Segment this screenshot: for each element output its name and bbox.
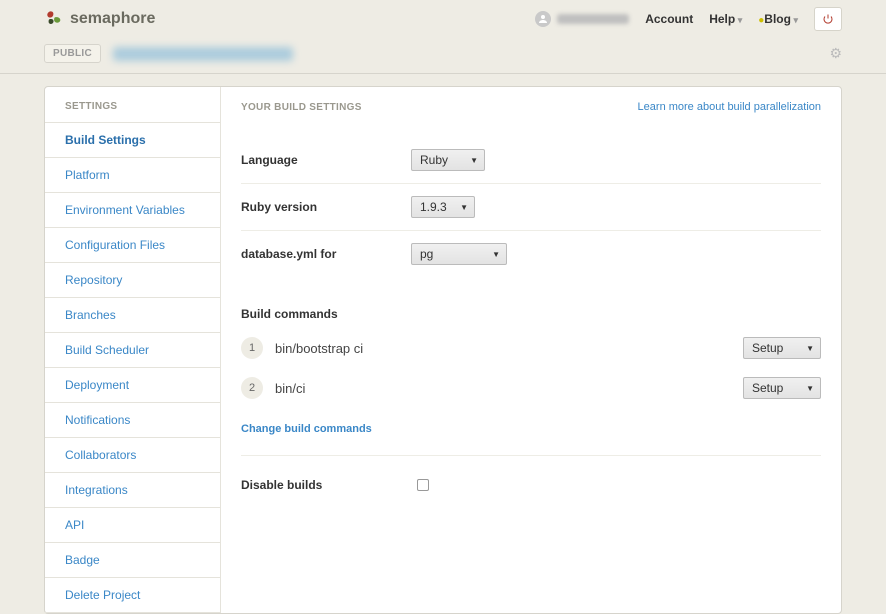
sidebar-heading: SETTINGS: [45, 87, 220, 123]
command-text: bin/bootstrap ci: [275, 341, 731, 356]
nav-blog[interactable]: ●Blog: [758, 12, 798, 26]
command-number: 2: [241, 377, 263, 399]
command-stage-select[interactable]: Setup: [743, 337, 821, 359]
command-row: 2 bin/ci Setup: [241, 377, 821, 399]
sidebar-item-config-files[interactable]: Configuration Files: [45, 228, 220, 263]
build-commands-heading: Build commands: [241, 307, 821, 321]
change-build-commands-link[interactable]: Change build commands: [241, 423, 821, 456]
disable-builds-checkbox[interactable]: [417, 479, 429, 491]
command-text: bin/ci: [275, 381, 731, 396]
ruby-version-label: Ruby version: [241, 200, 411, 214]
learn-more-link[interactable]: Learn more about build parallelization: [638, 101, 821, 113]
logout-button[interactable]: [814, 7, 842, 31]
sidebar-item-branches[interactable]: Branches: [45, 298, 220, 333]
nav-help[interactable]: Help: [709, 12, 742, 26]
gear-icon[interactable]: ⚙: [829, 45, 842, 62]
sidebar-item-delete-project[interactable]: Delete Project: [45, 578, 220, 613]
sidebar-item-api[interactable]: API: [45, 508, 220, 543]
sidebar-item-env-vars[interactable]: Environment Variables: [45, 193, 220, 228]
username-redacted: [557, 14, 629, 24]
sidebar-item-build-settings[interactable]: Build Settings: [45, 123, 220, 158]
content-area: YOUR BUILD SETTINGS Learn more about bui…: [221, 87, 841, 613]
avatar-icon: [535, 11, 551, 27]
topbar: semaphore Account Help ●Blog: [0, 0, 886, 38]
sidebar-item-build-scheduler[interactable]: Build Scheduler: [45, 333, 220, 368]
sidebar-item-deployment[interactable]: Deployment: [45, 368, 220, 403]
language-label: Language: [241, 153, 411, 167]
sidebar-item-integrations[interactable]: Integrations: [45, 473, 220, 508]
command-stage-select[interactable]: Setup: [743, 377, 821, 399]
disable-builds-label: Disable builds: [241, 478, 417, 492]
sidebar-item-notifications[interactable]: Notifications: [45, 403, 220, 438]
content-heading: YOUR BUILD SETTINGS: [241, 102, 362, 113]
command-number: 1: [241, 337, 263, 359]
brand-name: semaphore: [70, 10, 155, 28]
top-right-nav: Account Help ●Blog: [535, 7, 842, 31]
breadcrumb-bar: PUBLIC ⚙: [0, 38, 886, 74]
database-label: database.yml for: [241, 247, 411, 261]
brand-logo[interactable]: semaphore: [44, 8, 155, 30]
database-select[interactable]: pg: [411, 243, 507, 265]
power-icon: [822, 13, 834, 25]
semaphore-icon: [44, 8, 66, 30]
user-menu[interactable]: [535, 11, 629, 27]
nav-account[interactable]: Account: [645, 12, 693, 26]
breadcrumb-redacted: [113, 47, 293, 61]
command-row: 1 bin/bootstrap ci Setup: [241, 337, 821, 359]
language-select[interactable]: Ruby: [411, 149, 485, 171]
disable-builds-row: Disable builds: [241, 478, 821, 492]
sidebar-item-repository[interactable]: Repository: [45, 263, 220, 298]
settings-panel: SETTINGS Build Settings Platform Environ…: [44, 86, 842, 614]
sidebar-item-platform[interactable]: Platform: [45, 158, 220, 193]
ruby-version-select[interactable]: 1.9.3: [411, 196, 475, 218]
sidebar-item-collaborators[interactable]: Collaborators: [45, 438, 220, 473]
sidebar-item-badge[interactable]: Badge: [45, 543, 220, 578]
settings-sidebar: SETTINGS Build Settings Platform Environ…: [45, 87, 221, 613]
visibility-badge: PUBLIC: [44, 44, 101, 63]
